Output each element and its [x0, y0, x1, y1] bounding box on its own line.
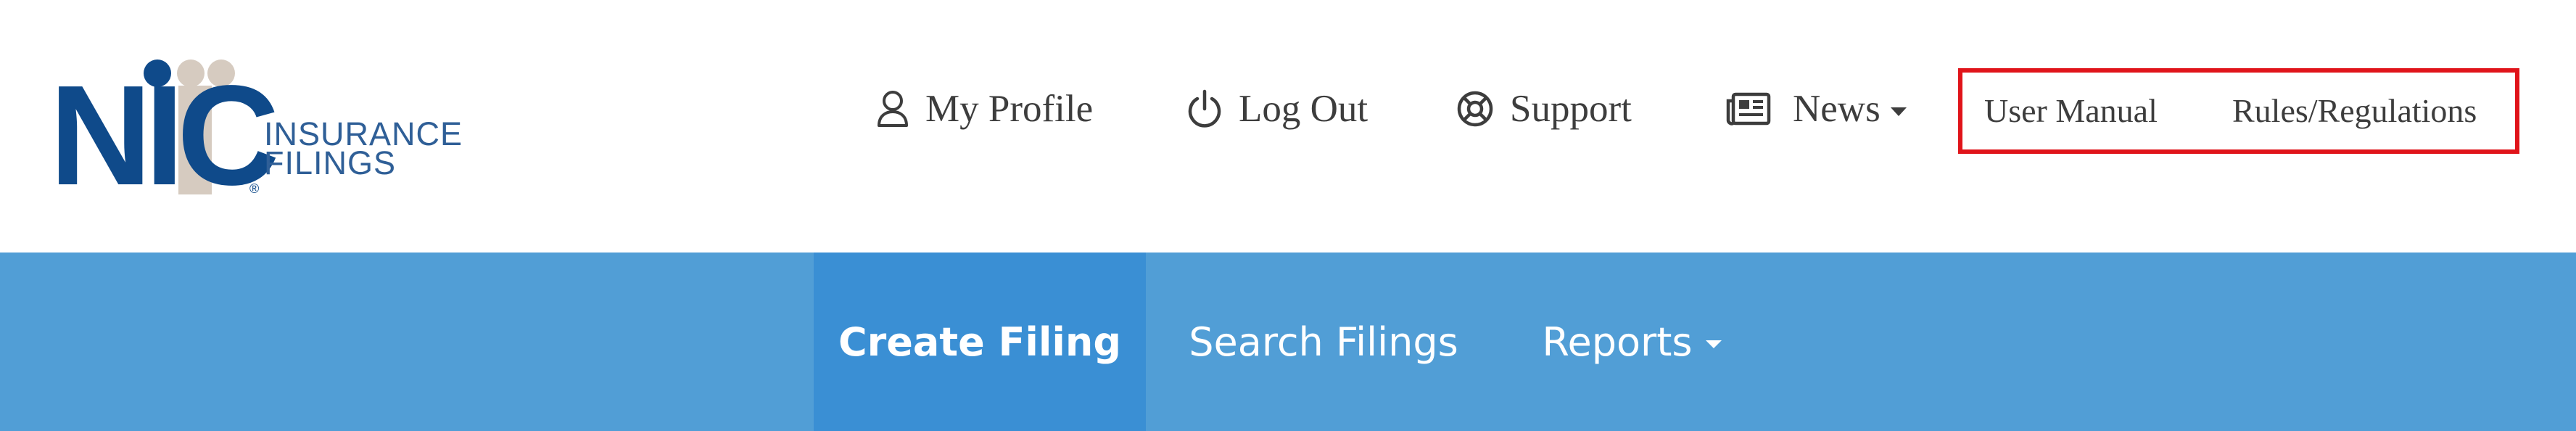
power-icon	[1186, 89, 1223, 129]
tab-create-filing-label: Create Filing	[838, 319, 1122, 365]
log-out-label: Log Out	[1239, 88, 1368, 130]
log-out-link[interactable]: Log Out	[1186, 80, 1368, 138]
rules-regulations-link[interactable]: Rules/Regulations	[2232, 89, 2477, 132]
main-nav-bar: Create Filing Search Filings Reports	[0, 253, 2576, 431]
nic-logo[interactable]: NIC INSURANCE FILINGS ®	[49, 56, 462, 215]
chevron-down-icon	[1890, 107, 1907, 116]
user-icon	[876, 89, 909, 128]
tab-search-filings[interactable]: Search Filings	[1175, 253, 1472, 431]
support-link[interactable]: Support	[1456, 80, 1632, 138]
tab-search-filings-label: Search Filings	[1189, 319, 1458, 365]
tab-reports[interactable]: Reports	[1530, 253, 1733, 431]
my-profile-label: My Profile	[925, 88, 1094, 130]
top-header: NIC INSURANCE FILINGS ® My Profile Log O…	[0, 0, 2576, 253]
user-manual-link[interactable]: User Manual	[1984, 89, 2158, 132]
news-dropdown[interactable]: News	[1726, 80, 1907, 138]
tab-create-filing[interactable]: Create Filing	[814, 253, 1146, 431]
logo-mark: NIC	[49, 56, 280, 215]
chevron-down-icon	[1705, 340, 1722, 348]
lifebuoy-icon	[1456, 90, 1494, 128]
news-label: News	[1793, 88, 1881, 130]
logo-line-2: FILINGS	[264, 144, 397, 181]
registered-mark: ®	[249, 181, 260, 196]
support-label: Support	[1510, 88, 1632, 130]
newspaper-icon	[1726, 92, 1771, 126]
tab-reports-label: Reports	[1542, 319, 1693, 365]
my-profile-link[interactable]: My Profile	[876, 80, 1093, 138]
